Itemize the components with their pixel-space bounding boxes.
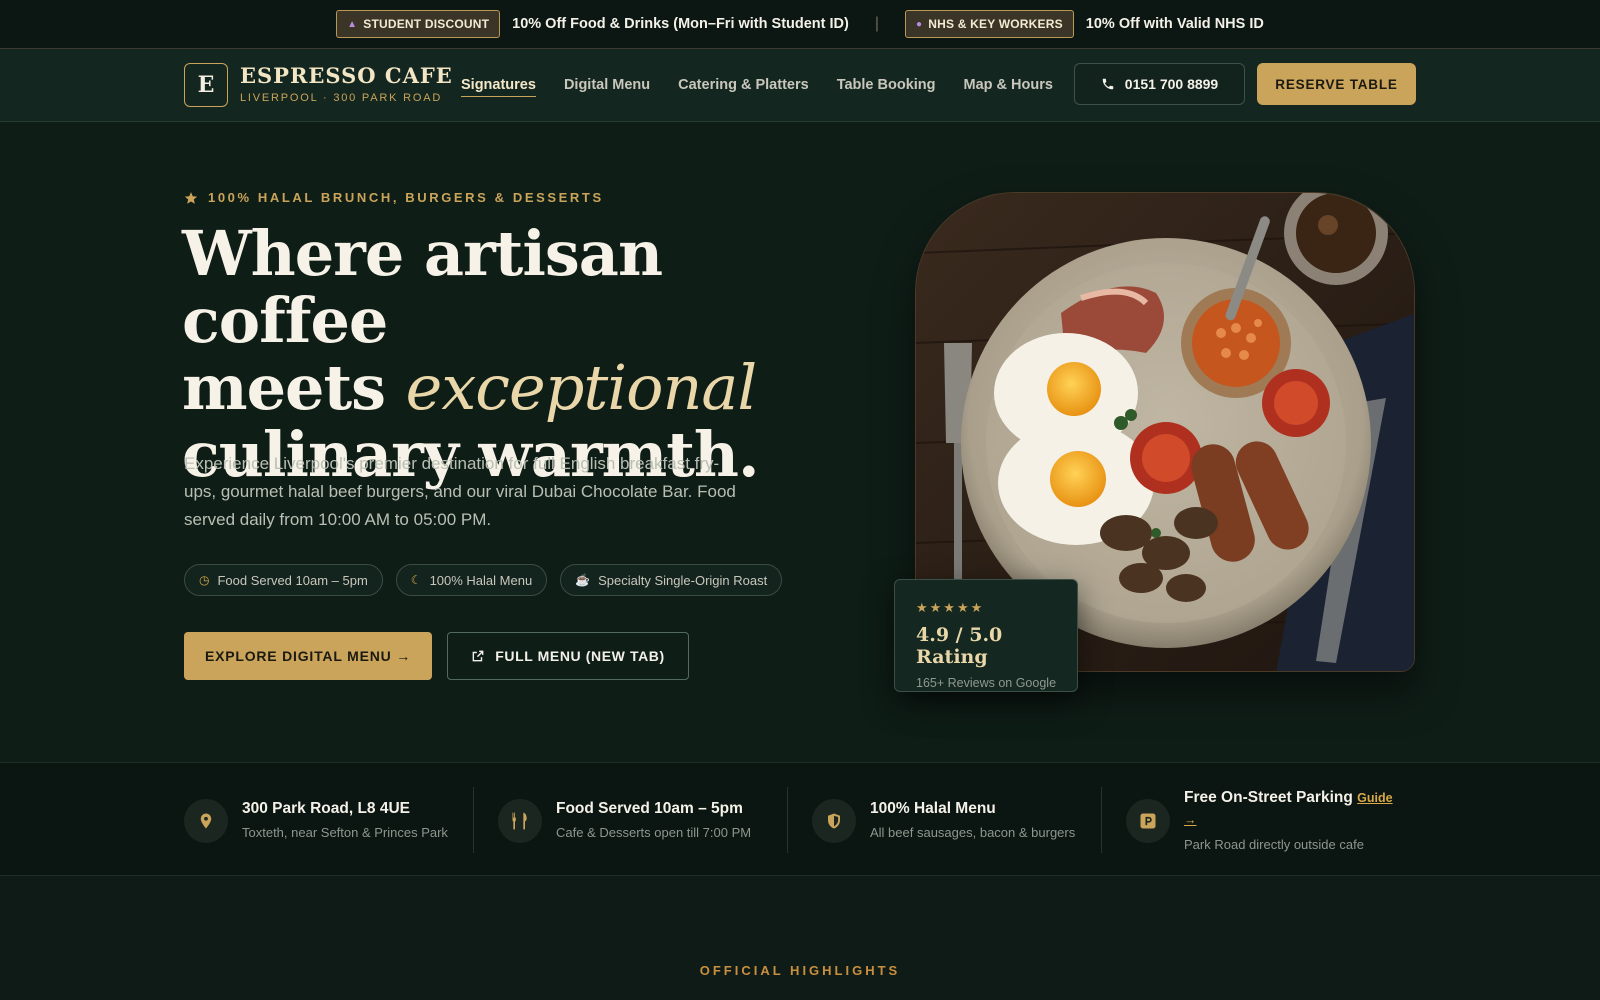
student-badge-label: STUDENT DISCOUNT — [363, 17, 490, 31]
main-nav: Signatures Digital Menu Catering & Platt… — [461, 77, 1053, 97]
divider — [473, 787, 474, 853]
info-address: 300 Park Road, L8 4UE Toxteth, near Seft… — [184, 763, 474, 877]
chip-roast: ☕ Specialty Single-Origin Roast — [560, 564, 783, 596]
info-strip: 300 Park Road, L8 4UE Toxteth, near Seft… — [0, 762, 1600, 876]
nav-digital-menu[interactable]: Digital Menu — [564, 77, 650, 97]
info-title: 300 Park Road, L8 4UE — [242, 800, 410, 817]
highlights-section-label: OFFICIAL HIGHLIGHTS — [699, 963, 901, 978]
divider — [787, 787, 788, 853]
student-discount-badge: ▲ STUDENT DISCOUNT — [336, 10, 501, 38]
nav-table-booking[interactable]: Table Booking — [837, 77, 936, 97]
site-header: E ESPRESSO CAFE LIVERPOOL · 300 PARK ROA… — [0, 49, 1600, 122]
clock-icon: ◷ — [199, 573, 210, 587]
info-title: Free On-Street Parking Guide — [1184, 789, 1393, 807]
nav-catering[interactable]: Catering & Platters — [678, 77, 809, 97]
external-link-icon — [472, 650, 484, 662]
chip-food-hours: ◷ Food Served 10am – 5pm — [184, 564, 383, 596]
nav-map-hours[interactable]: Map & Hours — [964, 77, 1053, 97]
info-subtitle: All beef sausages, bacon & burgers — [870, 825, 1076, 840]
shield-icon — [812, 799, 856, 843]
logo-mark[interactable]: E — [184, 63, 228, 107]
nhs-badge: ● NHS & KEY WORKERS — [905, 10, 1074, 38]
info-subtitle: Park Road directly outside cafe — [1184, 837, 1364, 852]
parking-title: Free On-Street Parking — [1184, 789, 1353, 806]
nav-signatures[interactable]: Signatures — [461, 77, 536, 97]
parking-guide-link[interactable]: Guide — [1357, 791, 1392, 805]
chip-label: 100% Halal Menu — [429, 572, 533, 588]
info-title: Food Served 10am – 5pm — [556, 800, 743, 817]
star-icon — [184, 191, 198, 204]
map-pin-icon — [184, 799, 228, 843]
full-menu-button[interactable]: FULL MENU (NEW TAB) — [447, 632, 689, 680]
rating-stars: ★★★★★ — [916, 600, 985, 615]
chip-halal: ☾ 100% Halal Menu — [395, 564, 548, 596]
info-subtitle: Cafe & Desserts open till 7:00 PM — [556, 825, 752, 840]
graduation-cap-icon: ▲ — [347, 18, 358, 30]
phone-button[interactable]: 0151 700 8899 — [1074, 63, 1245, 105]
rating-card: ★★★★★ 4.9 / 5.0 Rating 165+ Reviews on G… — [894, 579, 1078, 692]
hero-chips: ◷ Food Served 10am – 5pm ☾ 100% Halal Me… — [184, 564, 783, 596]
rating-reviews: 165+ Reviews on Google — [916, 676, 1057, 690]
hero-section: 100% HALAL BRUNCH, BURGERS & DESSERTS Wh… — [0, 122, 1600, 762]
headline-emphasis: exceptional — [405, 351, 758, 424]
promo-separator: | — [874, 15, 879, 32]
phone-number: 0151 700 8899 — [1124, 76, 1219, 92]
info-subtitle: Toxteth, near Sefton & Princes Park — [242, 825, 448, 840]
chip-label: Food Served 10am – 5pm — [217, 572, 368, 588]
headline-line-2a: meets — [182, 351, 406, 424]
nhs-discount-text: 10% Off with Valid NHS ID — [1085, 16, 1264, 32]
info-parking: Free On-Street Parking Guide → Park Road… — [1126, 763, 1416, 877]
parking-icon — [1126, 799, 1170, 843]
info-food-hours: Food Served 10am – 5pm Cafe & Desserts o… — [498, 763, 788, 877]
reserve-table-button[interactable]: RESERVE TABLE — [1257, 63, 1416, 105]
phone-icon — [1102, 78, 1114, 90]
utensils-icon — [498, 799, 542, 843]
hero-headline: Where artisan coffee meets exceptional c… — [182, 220, 822, 488]
explore-menu-button[interactable]: EXPLORE DIGITAL MENU → — [184, 632, 432, 680]
parking-guide-arrow[interactable]: → — [1184, 813, 1197, 827]
brand-name[interactable]: ESPRESSO CAFE — [240, 63, 453, 88]
info-halal: 100% Halal Menu All beef sausages, bacon… — [812, 763, 1102, 877]
divider — [1101, 787, 1102, 853]
hero-lead: Experience Liverpool's premier destinati… — [184, 454, 736, 529]
stethoscope-icon: ● — [916, 18, 923, 30]
brand-subtitle: LIVERPOOL · 300 PARK ROAD — [240, 92, 443, 104]
promo-bar: ▲ STUDENT DISCOUNT 10% Off Food & Drinks… — [0, 0, 1600, 49]
student-discount-text: 10% Off Food & Drinks (Mon–Fri with Stud… — [512, 16, 849, 32]
hero-eyebrow: 100% HALAL BRUNCH, BURGERS & DESSERTS — [184, 190, 604, 205]
info-title: 100% Halal Menu — [870, 800, 996, 817]
rating-value: 4.9 / 5.0 Rating — [916, 624, 1003, 668]
chip-label: Specialty Single-Origin Roast — [598, 572, 768, 588]
moon-icon: ☾ — [410, 573, 422, 587]
nhs-badge-label: NHS & KEY WORKERS — [928, 17, 1063, 31]
eyebrow-text: 100% HALAL BRUNCH, BURGERS & DESSERTS — [208, 190, 604, 205]
coffee-cup-icon: ☕ — [575, 573, 591, 587]
full-menu-label: FULL MENU (NEW TAB) — [495, 648, 665, 664]
headline-line-1: Where artisan coffee — [182, 217, 663, 357]
